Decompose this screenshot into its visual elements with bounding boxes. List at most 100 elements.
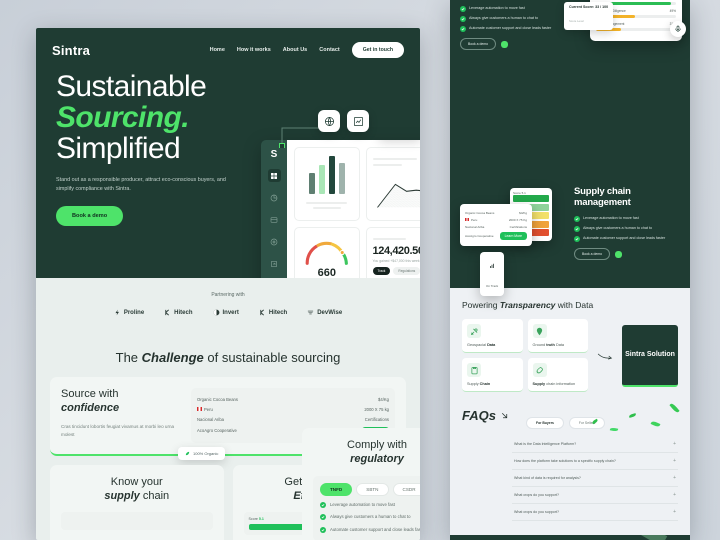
arrow-badge-icon <box>614 250 622 258</box>
check-icon <box>574 216 580 222</box>
data-card-geospacial[interactable]: Geospacial Data <box>462 319 523 353</box>
logout-icon[interactable] <box>268 257 281 270</box>
globe-icon[interactable] <box>318 110 340 132</box>
bar-chart <box>301 154 353 194</box>
tab-csdr[interactable]: CSDR <box>392 482 420 496</box>
nav-links: Home How it works About Us Contact Get i… <box>210 42 404 58</box>
hero-heading: Sustainable Sourcing. Simplified <box>56 70 266 165</box>
dashboard-logo: S <box>270 149 278 160</box>
clipboard-icon <box>467 363 481 377</box>
check-item: Always give customers a human to chat to <box>574 226 680 232</box>
supply-chain-section: Score 5.1 Organic Cocoa Beans$4/Kg Peru <box>450 172 690 296</box>
nav-link-home[interactable]: Home <box>210 47 225 53</box>
chip-regulations[interactable]: Regulations <box>393 267 420 275</box>
chip-track[interactable]: Track <box>372 267 391 275</box>
card-icon[interactable] <box>268 213 281 226</box>
satellite-icon <box>467 324 481 338</box>
hero-line-3: Simplified <box>56 131 181 165</box>
table-row: Organic Cocoa Beans $4/Kg <box>465 210 527 215</box>
metric-chips: Track Regulations <box>372 267 420 275</box>
faq-item[interactable]: What kind of data is required for analys… <box>512 470 678 487</box>
grid-icon[interactable] <box>267 169 281 182</box>
hero-line-1: Sustainable <box>56 70 207 103</box>
right-top-checklist: Leverage automation to move fast Always … <box>450 0 560 50</box>
table-row: Nacional Ariba Certifications <box>465 224 527 229</box>
top-navbar: Sintra Home How it works About Us Contac… <box>36 28 420 58</box>
faq-list-wrap: For Buyers For Sellers What is the Data … <box>512 417 678 521</box>
nav-link-about-us[interactable]: About Us <box>283 47 307 53</box>
plus-icon: + <box>673 509 676 515</box>
faq-item[interactable]: How does the platform take solutions to … <box>512 453 678 470</box>
get-in-touch-button[interactable]: Get in touch <box>351 42 404 58</box>
k-icon <box>165 309 170 316</box>
line-chart-card <box>365 147 420 221</box>
faq-section: FAQs For Buyers For Sellers What is the … <box>450 392 690 521</box>
score-card: Deforestation94% EUDR Due Diligence49% W… <box>564 0 686 41</box>
table-row: Peru 2000 X 75 Kg <box>465 216 527 223</box>
data-card-label: Ground truth Data <box>532 343 564 347</box>
partner-logo-hitech-2: Hitech <box>259 309 287 316</box>
check-icon <box>460 6 466 12</box>
faq-item[interactable]: What is the Data Intelligence Platform? + <box>512 436 678 453</box>
transparency-heading: Powering Transparency with Data <box>462 300 594 310</box>
book-demo-button[interactable]: Book a demo <box>460 38 496 50</box>
supply-chain-copy: Supply chain management Leverage automat… <box>574 182 680 260</box>
book-demo-button[interactable]: Book a demo <box>56 205 124 226</box>
check-item: Automate customer support and close lead… <box>460 26 560 32</box>
check-icon <box>320 527 326 534</box>
metric-value: 124,420.50 <box>372 245 420 257</box>
faq-item[interactable]: What crops do you support? + <box>512 504 678 521</box>
faq-item[interactable]: What crops do you support? + <box>512 487 678 504</box>
chart-icon[interactable] <box>347 110 369 132</box>
card-title: Source with confidence <box>61 388 120 414</box>
check-icon <box>574 226 580 232</box>
check-item: Automate customer support and close lead… <box>320 527 420 534</box>
check-item: Leverage automation to move fast <box>320 501 420 509</box>
challenge-post: of sustainable sourcing <box>203 350 341 365</box>
partner-logo-hitech: Hitech <box>164 309 193 316</box>
current-score-tooltip: Current Score: 33 / 100 Score Level <box>564 2 614 30</box>
settings-icon[interactable] <box>268 235 281 248</box>
left-page-preview: Sintra Home How it works About Us Contac… <box>36 28 420 540</box>
book-demo-button[interactable]: Book a demo <box>574 248 610 260</box>
data-card-label: Geospacial Data <box>467 343 496 347</box>
table-row: Organic Cocoa Beans $4/Kg <box>197 396 389 402</box>
check-icon <box>574 236 580 242</box>
partner-logo-invert: Invert <box>213 309 239 316</box>
nav-link-how-it-works[interactable]: How it works <box>237 47 271 53</box>
bar-chart-card <box>294 147 360 221</box>
data-card-supply-chain[interactable]: Supply Chain <box>462 358 523 392</box>
circle-icon <box>213 309 219 316</box>
dashboard-content: 660 124,420.50 You gained +$47,000 this … <box>287 140 420 278</box>
card-comply-with-regulatory: Comply with regulatory TNFD SBTN CSDR Lev… <box>302 428 420 540</box>
brand-logo[interactable]: Sintra <box>52 43 90 58</box>
leaf-decoration <box>638 535 668 540</box>
tab-sbtn[interactable]: SBTN <box>356 482 389 496</box>
right-top-cta-row: Book a demo <box>460 38 560 50</box>
k-icon <box>260 309 264 316</box>
hero-line-2: Sourcing. <box>56 100 190 134</box>
partner-label: DevWise <box>317 309 343 316</box>
connector-line <box>279 127 319 148</box>
hero-copy: Sustainable Sourcing. Simplified Stand o… <box>36 58 266 226</box>
skeleton-line <box>312 207 341 209</box>
check-icon <box>460 26 466 32</box>
learn-more-badge[interactable]: Learn More <box>499 231 527 240</box>
check-icon <box>320 514 326 521</box>
right-page-preview: Leverage automation to move fast Always … <box>450 0 690 540</box>
tab-for-buyers[interactable]: For Buyers <box>526 417 564 429</box>
pie-chart-icon[interactable] <box>268 191 281 204</box>
gauge-chart <box>305 241 348 265</box>
tab-for-sellers[interactable]: For Sellers <box>568 417 606 429</box>
data-card-ground-truth[interactable]: Ground truth Data <box>527 319 588 353</box>
partners-section: Partnering with Proline Hitech Invert Hi… <box>36 278 420 316</box>
voice-icon[interactable] <box>670 21 686 37</box>
tab-tnfd[interactable]: TNFD <box>320 482 353 496</box>
regulatory-panel: TNFD SBTN CSDR Leverage automation to mo… <box>313 475 420 540</box>
check-item: Leverage automation to move fast <box>574 216 680 222</box>
partner-label: Proline <box>123 309 145 316</box>
footer-section: Source Sustainably: Join the Pilot Progr… <box>450 535 690 540</box>
data-card-supply-chain-information[interactable]: Supply chain information <box>527 358 588 392</box>
partner-label: Invert <box>222 309 239 316</box>
nav-link-contact[interactable]: Contact <box>319 47 339 53</box>
